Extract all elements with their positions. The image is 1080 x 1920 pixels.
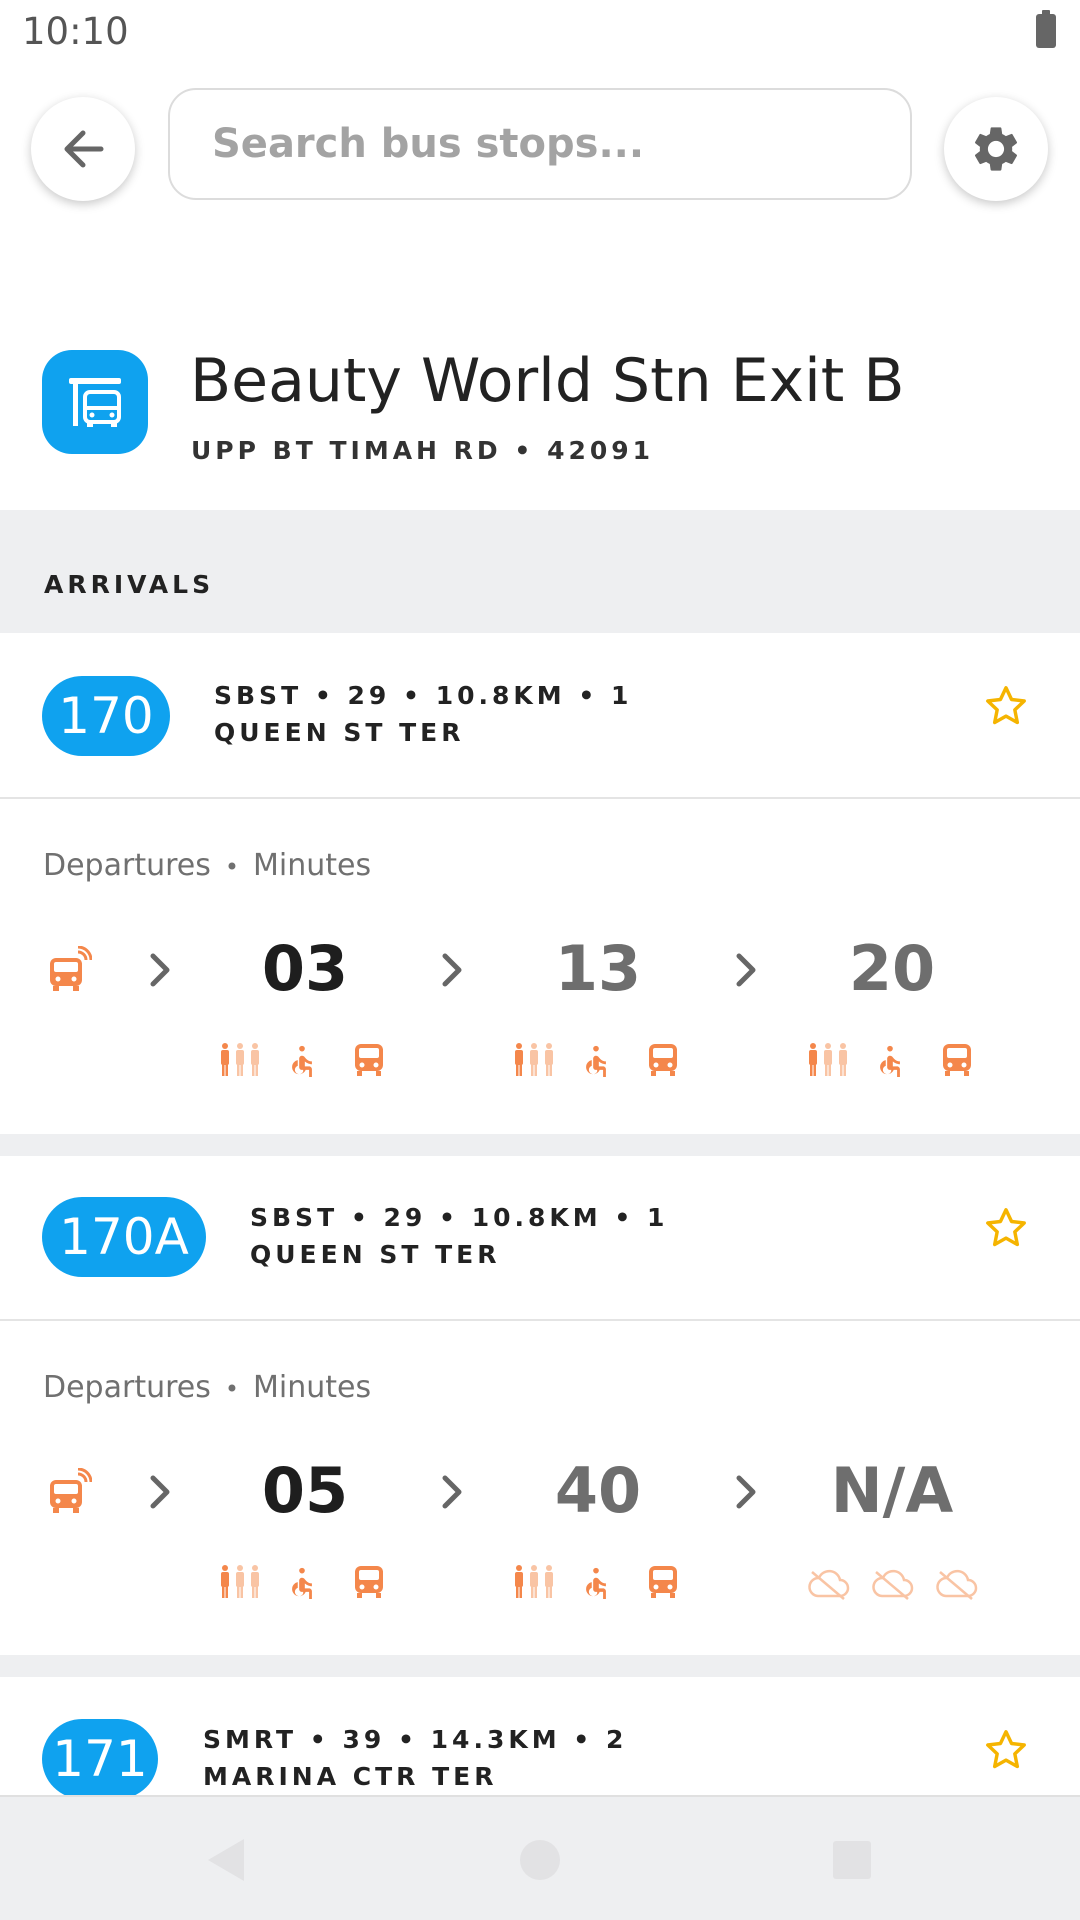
wheelchair-icon [880,1045,900,1077]
single-deck-bus-icon [355,1044,383,1076]
chevron-right-icon [736,1475,756,1509]
search-input[interactable] [210,90,890,198]
route-destination: QUEEN ST TER [250,1240,501,1269]
favorite-button[interactable] [980,1724,1032,1776]
route-stops: 29 [347,681,391,710]
bus-stop-badge [42,350,148,454]
route-distance: 10.8KM [471,1203,602,1232]
arrival-time: 03 [261,932,349,1005]
route-badge[interactable]: 170 [42,676,170,756]
divider [0,797,1080,799]
separator-dot: • [224,1375,240,1403]
gear-icon [974,127,1018,171]
standing-load-icon [809,1043,847,1076]
single-deck-bus-icon [355,1566,383,1598]
route-stops: 39 [342,1725,386,1754]
screen: 10:10 Beauty World Stn Exit B UPP BT TIM… [0,0,1080,1920]
stop-name: Beauty World Stn Exit B [190,346,905,416]
star-outline-icon [986,1730,1026,1769]
nav-home-icon[interactable] [518,1837,562,1883]
nav-back-icon[interactable] [204,1837,248,1883]
departures-label: Departures • Minutes [43,1370,371,1405]
chevron-right-icon [442,953,462,987]
route-distance: 14.3KM [430,1725,561,1754]
bus-live-icon [50,946,92,991]
arrival-time: 13 [554,932,642,1005]
route-meta: SBST • 29 • 10.8KM • 1 QUEEN ST TER [250,1199,668,1273]
route-destination: QUEEN ST TER [214,718,465,747]
arrival-time: 05 [261,1454,349,1527]
separator-dot: • [224,853,240,881]
nav-recents-icon[interactable] [830,1837,874,1883]
wheelchair-icon [292,1567,312,1599]
route-stops: 29 [383,1203,427,1232]
standing-load-icon [221,1565,259,1598]
route-meta: SMRT • 39 • 14.3KM • 2 MARINA CTR TER [203,1721,627,1795]
single-deck-bus-icon [649,1044,677,1076]
status-time: 10:10 [22,10,129,53]
divider [0,1319,1080,1321]
wheelchair-icon [586,1045,606,1077]
stop-subtitle: UPP BT TIMAH RD • 42091 [191,436,655,465]
arrivals-label: ARRIVALS [44,570,215,599]
departures-text: Departures [43,1370,211,1405]
back-arrow-icon [64,130,104,168]
standing-load-icon [221,1043,259,1076]
single-deck-bus-icon [649,1566,677,1598]
chevron-right-icon [150,953,170,987]
section-gap [0,1655,1080,1677]
arrival-time: N/A [830,1454,954,1527]
stop-code: 42091 [547,436,655,465]
route-badge[interactable]: 171 [42,1719,158,1799]
favorite-button[interactable] [980,1202,1032,1254]
section-gap [0,1134,1080,1156]
no-data-cloud-icon [936,1569,978,1600]
route-operator: SMRT [203,1725,298,1754]
route-badge[interactable]: 170A [42,1197,206,1277]
route-distance: 10.8KM [435,681,566,710]
battery-icon [1036,10,1056,48]
arrival-time: 40 [554,1454,642,1527]
system-nav-bar [0,1795,1080,1920]
single-deck-bus-icon [943,1044,971,1076]
standing-load-icon [515,1565,553,1598]
search-box[interactable] [168,88,912,200]
departures-text: Departures [43,848,211,883]
bus-live-icon [50,1468,92,1513]
chevron-right-icon [150,1475,170,1509]
minutes-text: Minutes [253,1370,372,1405]
bus-stop-icon [69,378,121,427]
chevron-right-icon [736,953,756,987]
favorite-button[interactable] [980,680,1032,732]
wheelchair-icon [292,1045,312,1077]
no-data-cloud-icon [808,1569,850,1600]
route-operator: SBST [214,681,303,710]
star-outline-icon [986,686,1026,725]
settings-button[interactable] [944,97,1048,201]
star-outline-icon [986,1208,1026,1247]
stop-road: UPP BT TIMAH RD [191,436,502,465]
no-data-cloud-icon [872,1569,914,1600]
standing-load-icon [515,1043,553,1076]
route-direction: 2 [605,1725,628,1754]
route-direction: 1 [611,681,633,710]
minutes-text: Minutes [253,848,372,883]
departures-label: Departures • Minutes [43,848,371,883]
route-operator: SBST [250,1203,339,1232]
route-meta: SBST • 29 • 10.8KM • 1 QUEEN ST TER [214,677,632,751]
back-button[interactable] [31,97,135,201]
wheelchair-icon [586,1567,606,1599]
route-destination: MARINA CTR TER [203,1762,498,1791]
route-direction: 1 [647,1203,669,1232]
status-bar: 10:10 [0,0,1080,64]
chevron-right-icon [442,1475,462,1509]
arrival-time: 20 [848,932,936,1005]
